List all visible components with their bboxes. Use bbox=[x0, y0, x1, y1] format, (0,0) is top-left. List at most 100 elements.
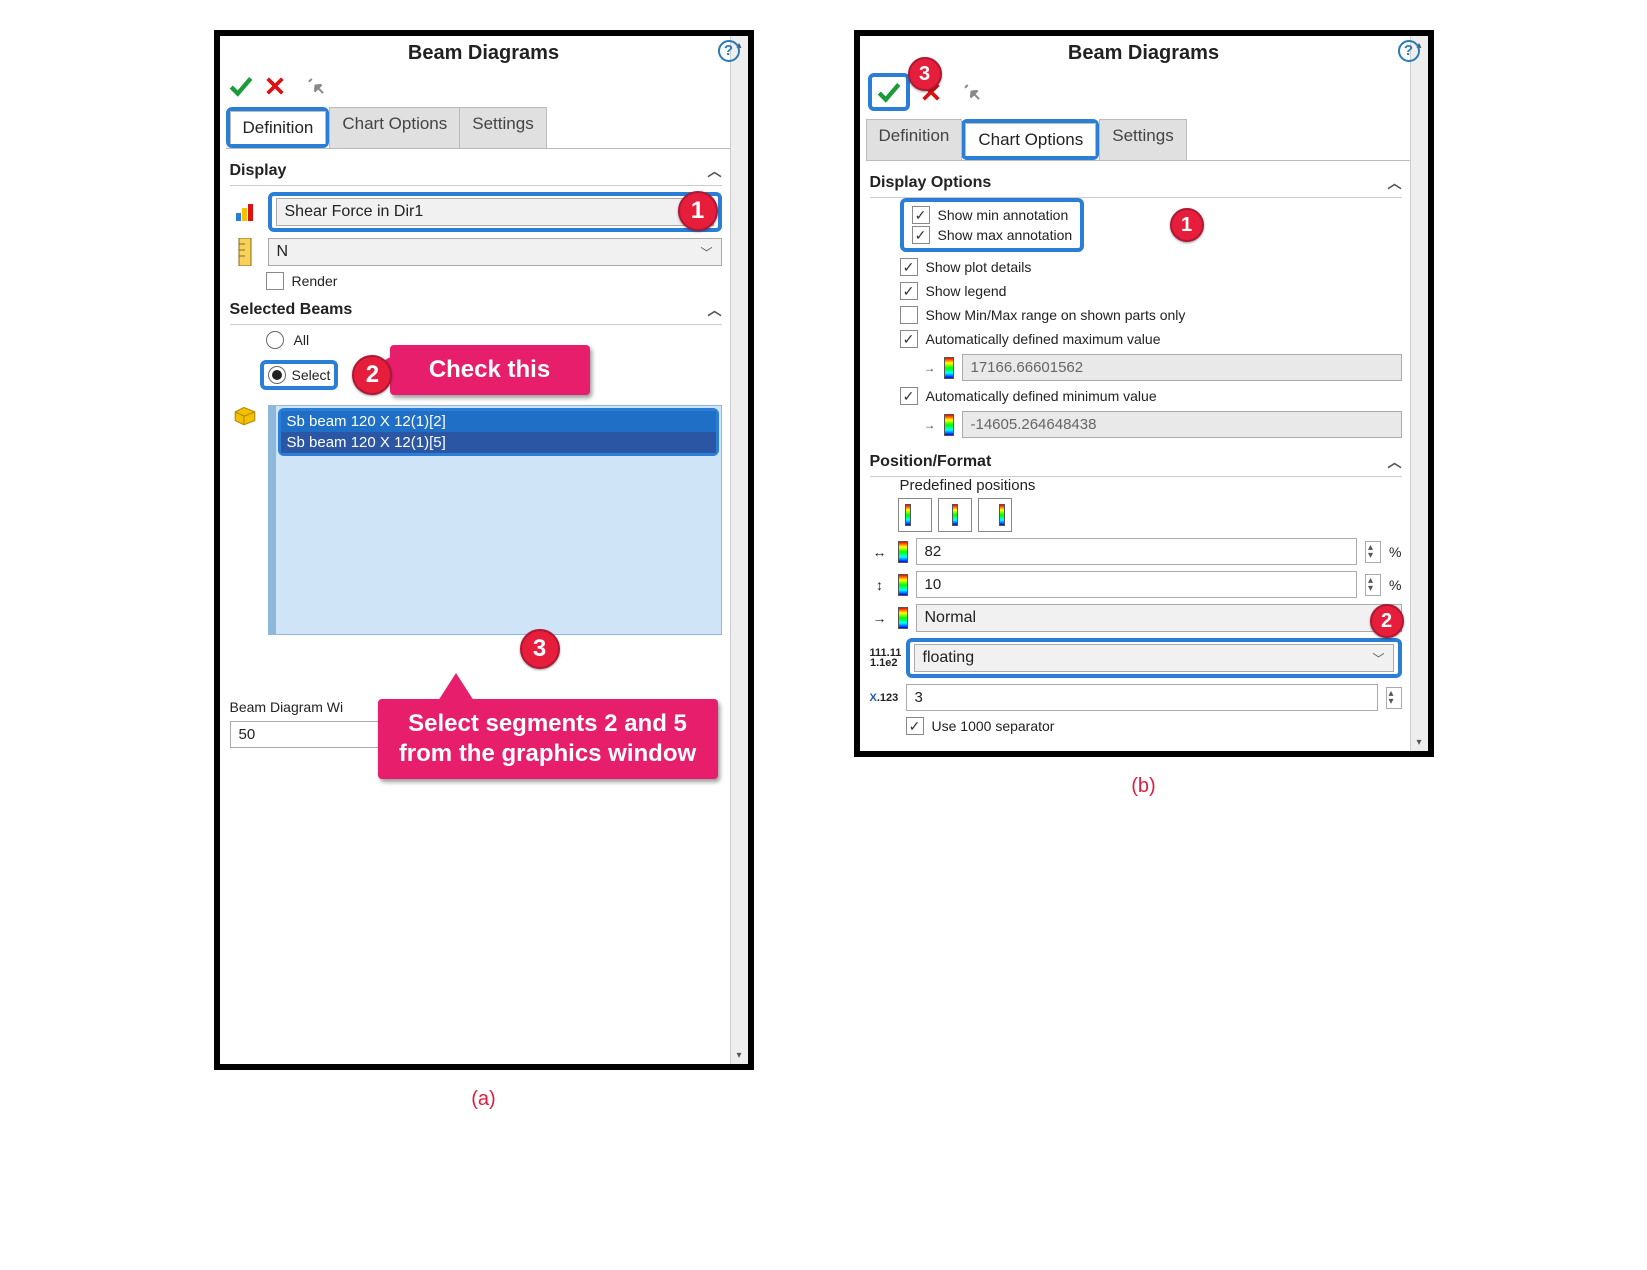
callout-select-segments: Select segments 2 and 5 from the graphic… bbox=[378, 699, 718, 779]
panel-definition: ▴▾ Beam Diagrams ? Definition bbox=[214, 30, 754, 1070]
step-badge-3: 3 bbox=[908, 57, 942, 91]
radio-all[interactable] bbox=[266, 331, 284, 349]
radio-select-label: Select bbox=[292, 367, 331, 383]
legend-icon bbox=[898, 541, 908, 563]
auto-max-checkbox[interactable]: ✓ bbox=[900, 330, 918, 348]
show-max-label: Show max annotation bbox=[938, 227, 1073, 243]
pin-icon[interactable] bbox=[304, 74, 328, 98]
result-select[interactable]: Shear Force in Dir1 ﹀ bbox=[276, 198, 714, 226]
chevron-up-icon: ︿ bbox=[708, 161, 722, 181]
legend-width-input[interactable]: 82 bbox=[916, 538, 1358, 565]
help-icon[interactable]: ? bbox=[1398, 40, 1420, 62]
render-label: Render bbox=[292, 273, 338, 289]
style-icon: → bbox=[870, 610, 890, 626]
show-min-label: Show min annotation bbox=[938, 207, 1069, 223]
thousand-sep-label: Use 1000 separator bbox=[932, 718, 1055, 734]
arrow-icon: → bbox=[924, 418, 936, 432]
result-icon bbox=[230, 200, 260, 224]
pos-left-button[interactable] bbox=[898, 498, 932, 532]
chevron-up-icon: ︿ bbox=[708, 300, 722, 320]
legend-height-stepper[interactable]: ▴▾ bbox=[1365, 574, 1381, 596]
ruler-icon bbox=[230, 238, 260, 266]
legend-height-input[interactable]: 10 bbox=[916, 571, 1358, 598]
pos-center-button[interactable] bbox=[938, 498, 972, 532]
section-display[interactable]: Display ︿ bbox=[230, 157, 722, 186]
cancel-icon[interactable] bbox=[264, 75, 286, 97]
tab-chart-options[interactable]: Chart Options bbox=[965, 123, 1096, 156]
legend-icon bbox=[898, 574, 908, 596]
legend-icon bbox=[944, 414, 954, 436]
auto-min-checkbox[interactable]: ✓ bbox=[900, 387, 918, 405]
help-icon[interactable]: ? bbox=[718, 40, 740, 62]
callout-check-this: Check this bbox=[390, 345, 590, 395]
min-value-input: -14605.264648438 bbox=[962, 411, 1402, 438]
show-max-checkbox[interactable]: ✓ bbox=[912, 226, 930, 244]
caption-a: (a) bbox=[471, 1088, 495, 1111]
step-badge-1: 1 bbox=[1170, 208, 1204, 242]
legend-style-select[interactable]: Normal bbox=[916, 604, 1402, 632]
arrow-icon: → bbox=[924, 361, 936, 375]
title-text: Beam Diagrams bbox=[408, 42, 559, 64]
step-badge-2: 2 bbox=[352, 355, 392, 395]
chevron-up-icon: ︿ bbox=[1388, 452, 1402, 472]
show-legend-label: Show legend bbox=[926, 283, 1007, 299]
radio-all-label: All bbox=[294, 332, 310, 348]
pct-label: % bbox=[1389, 544, 1401, 560]
tab-definition[interactable]: Definition bbox=[230, 111, 327, 144]
list-item[interactable]: Sb beam 120 X 12(1)[5] bbox=[281, 432, 716, 453]
step-badge-2: 2 bbox=[1370, 604, 1404, 638]
width-arrow-icon: ↔ bbox=[870, 544, 890, 560]
show-range-label: Show Min/Max range on shown parts only bbox=[926, 307, 1186, 323]
tab-settings[interactable]: Settings bbox=[1099, 119, 1186, 160]
precision-icon: X.123 bbox=[870, 693, 898, 703]
auto-min-label: Automatically defined minimum value bbox=[926, 388, 1157, 404]
unit-select[interactable]: N ﹀ bbox=[268, 238, 722, 266]
format-icon: 111.111.1e2 bbox=[870, 648, 898, 668]
tab-chart-options[interactable]: Chart Options bbox=[329, 107, 460, 148]
precision-stepper[interactable]: ▴▾ bbox=[1386, 687, 1402, 709]
beam-list[interactable]: Sb beam 120 X 12(1)[2] Sb beam 120 X 12(… bbox=[268, 405, 722, 635]
auto-max-label: Automatically defined maximum value bbox=[926, 331, 1161, 347]
tab-bar: Definition Chart Options Settings bbox=[866, 119, 1422, 161]
section-selected-beams[interactable]: Selected Beams ︿ bbox=[230, 296, 722, 325]
show-min-checkbox[interactable]: ✓ bbox=[912, 206, 930, 224]
section-display-options[interactable]: Display Options ︿ bbox=[870, 169, 1402, 198]
render-checkbox[interactable] bbox=[266, 272, 284, 290]
legend-icon bbox=[944, 357, 954, 379]
show-legend-checkbox[interactable]: ✓ bbox=[900, 282, 918, 300]
pct-label: % bbox=[1389, 577, 1401, 593]
panel-chart-options: ▴▾ Beam Diagrams ? 3 bbox=[854, 30, 1434, 757]
show-range-checkbox[interactable] bbox=[900, 306, 918, 324]
beams-icon bbox=[230, 401, 260, 427]
chevron-down-icon: ﹀ bbox=[700, 244, 712, 261]
predef-label: Predefined positions bbox=[900, 477, 1402, 494]
radio-select[interactable] bbox=[268, 366, 286, 384]
tab-bar: Definition Chart Options Settings bbox=[226, 107, 742, 149]
tab-definition[interactable]: Definition bbox=[866, 119, 963, 160]
max-value-input: 17166.66601562 bbox=[962, 354, 1402, 381]
tab-settings[interactable]: Settings bbox=[459, 107, 546, 148]
legend-width-stepper[interactable]: ▴▾ bbox=[1365, 541, 1381, 563]
step-badge-1: 1 bbox=[678, 191, 718, 231]
chevron-down-icon: ﹀ bbox=[1372, 650, 1384, 667]
show-plot-checkbox[interactable]: ✓ bbox=[900, 258, 918, 276]
thousand-sep-checkbox[interactable]: ✓ bbox=[906, 717, 924, 735]
pin-icon[interactable] bbox=[960, 80, 984, 104]
show-plot-label: Show plot details bbox=[926, 259, 1032, 275]
beam-width-input[interactable]: 50 bbox=[230, 721, 380, 748]
chevron-up-icon: ︿ bbox=[1388, 173, 1402, 193]
list-item[interactable]: Sb beam 120 X 12(1)[2] bbox=[281, 411, 716, 432]
number-format-select[interactable]: floating ﹀ bbox=[914, 644, 1394, 672]
apply-icon[interactable] bbox=[876, 79, 902, 105]
precision-input[interactable]: 3 bbox=[906, 684, 1378, 711]
step-badge-3: 3 bbox=[520, 629, 560, 669]
height-arrow-icon: ↕ bbox=[870, 577, 890, 593]
pos-right-button[interactable] bbox=[978, 498, 1012, 532]
title-text: Beam Diagrams bbox=[1068, 42, 1219, 64]
section-position-format[interactable]: Position/Format ︿ bbox=[870, 448, 1402, 477]
caption-b: (b) bbox=[1131, 775, 1155, 798]
beam-width-label: Beam Diagram Wi bbox=[230, 699, 344, 715]
apply-icon[interactable] bbox=[228, 73, 254, 99]
panel-title: Beam Diagrams ? bbox=[860, 36, 1428, 69]
panel-title: Beam Diagrams ? bbox=[220, 36, 748, 69]
